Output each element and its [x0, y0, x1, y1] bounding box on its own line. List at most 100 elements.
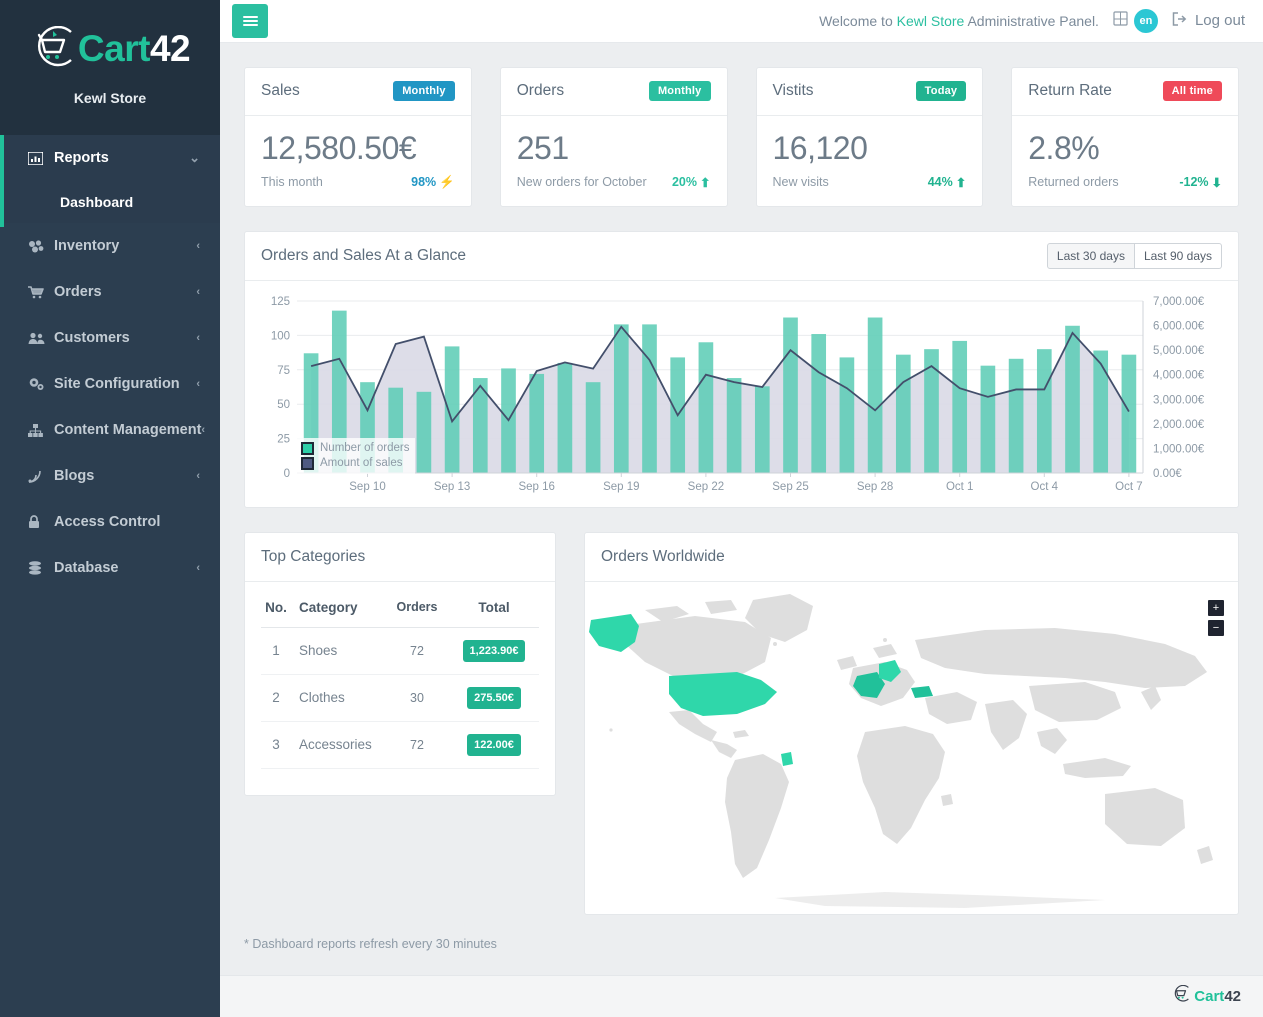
svg-text:5,000.00€: 5,000.00€	[1153, 345, 1205, 357]
cell-no: 3	[261, 721, 299, 769]
range-last-30-days-button[interactable]: Last 30 days	[1046, 242, 1135, 269]
stat-card-orders: Orders Monthly 251 New orders for Octobe…	[499, 66, 728, 207]
legend-item-sales: Amount of sales	[301, 456, 409, 471]
footer: Cart42	[220, 974, 1263, 1017]
svg-text:7,000.00€: 7,000.00€	[1153, 296, 1205, 308]
stat-subrow: New orders for October 20% ⬆	[517, 175, 711, 190]
welcome-suffix: Administrative Panel.	[964, 12, 1099, 29]
welcome-prefix: Welcome to	[819, 12, 897, 29]
svg-text:Sep 28: Sep 28	[857, 481, 893, 493]
stat-value: 16,120	[772, 129, 868, 166]
top-categories-panel: Top Categories No. Category Orders Total	[244, 531, 556, 796]
map-region-turkey[interactable]	[911, 685, 933, 698]
stat-delta: 44% ⬆	[928, 175, 967, 190]
status-badge: All time	[1162, 81, 1222, 102]
chevron-left-icon: ‹	[196, 470, 200, 482]
svg-text:Oct 7: Oct 7	[1115, 481, 1142, 493]
chevron-left-icon: ‹	[201, 424, 206, 436]
sidebar-group-blogs: Blogs ‹	[0, 453, 220, 499]
table-head: No. Category Orders Total	[261, 587, 539, 628]
sidebar-group-orders: Orders ‹	[0, 269, 220, 315]
main-area: Welcome to Kewl Store Administrative Pan…	[220, 0, 1263, 1017]
world-map[interactable]: + −	[585, 582, 1238, 914]
total-badge: 275.50€	[467, 686, 521, 709]
refresh-note: * Dashboard reports refresh every 30 min…	[244, 936, 497, 951]
sign-out-icon	[1172, 12, 1187, 30]
cell-total: 275.50€	[457, 674, 539, 722]
stat-delta: 20% ⬆	[672, 175, 711, 190]
sidebar-item-access-control[interactable]: Access Control	[0, 499, 220, 545]
column-header-total: Total	[457, 587, 539, 628]
table-row[interactable]: 3 Accessories 72 122.00€	[261, 721, 539, 769]
card-header: Sales Monthly	[245, 68, 471, 116]
stat-delta: -12% ⬇	[1179, 175, 1222, 190]
sidebar-item-customers[interactable]: Customers ‹	[0, 315, 220, 361]
panel-title: Orders Worldwide	[601, 547, 725, 565]
sidebar-group-inventory: Inventory ‹	[0, 223, 220, 269]
map-zoom-controls: + −	[1208, 599, 1224, 636]
logout-label: Log out	[1194, 12, 1245, 30]
sidebar-group-database: Database ‹	[0, 545, 220, 591]
shopping-cart-icon	[28, 285, 54, 299]
stat-subrow: New visits 44% ⬆	[773, 175, 967, 190]
svg-text:125: 125	[271, 296, 290, 308]
svg-text:1,000.00€: 1,000.00€	[1153, 443, 1205, 455]
topbar: Welcome to Kewl Store Administrative Pan…	[220, 0, 1263, 43]
logout-button[interactable]: Log out	[1172, 12, 1245, 30]
brand-name-part2: 42	[149, 27, 191, 69]
stat-delta-value: 20%	[671, 175, 698, 190]
column-header-category: Category	[299, 587, 385, 628]
brand-name: Cart42	[77, 27, 191, 69]
map-region-united-states[interactable]	[669, 671, 777, 716]
sidebar-item-content-management[interactable]: Content Management ‹	[0, 407, 220, 453]
cell-category: Accessories	[299, 721, 385, 769]
status-badge: Monthly	[648, 81, 711, 102]
hamburger-icon[interactable]	[232, 3, 268, 38]
map-region-french-guiana[interactable]	[781, 751, 793, 766]
map-zoom-out-button[interactable]: −	[1208, 619, 1224, 636]
trend-icon: ⬆	[700, 175, 711, 190]
range-last-90-days-button[interactable]: Last 90 days	[1134, 242, 1222, 269]
stat-subrow: This month 98% ⚡	[261, 175, 455, 190]
card-header: Return Rate All time	[1012, 68, 1238, 116]
bottom-row: Top Categories No. Category Orders Total	[244, 531, 1239, 915]
world-map-svg[interactable]	[585, 582, 1233, 914]
sidebar-item-reports[interactable]: Reports ⌄	[0, 135, 220, 181]
gears-icon	[28, 377, 54, 391]
svg-text:4,000.00€: 4,000.00€	[1153, 369, 1205, 381]
footer-brand-name: Cart42	[1194, 988, 1241, 1005]
sidebar-item-site-configuration[interactable]: Site Configuration ‹	[0, 361, 220, 407]
sidebar-item-blogs[interactable]: Blogs ‹	[0, 453, 220, 499]
sidebar-item-label: Access Control	[54, 514, 161, 530]
orders-worldwide-panel: Orders Worldwide + −	[584, 531, 1239, 915]
sidebar-subitem-label: Dashboard	[60, 194, 134, 210]
sidebar: Cart42 Kewl Store Reports ⌄ Dashboard In…	[0, 0, 220, 1017]
stat-card-return-rate: Return Rate All time 2.8% Returned order…	[1011, 66, 1239, 207]
sidebar-item-inventory[interactable]: Inventory ‹	[0, 223, 220, 269]
welcome-message: Welcome to Kewl Store Administrative Pan…	[819, 13, 1099, 29]
table-row[interactable]: 2 Clothes 30 275.50€	[261, 674, 539, 722]
footer-name-part2: 42	[1224, 987, 1241, 1005]
total-badge: 122.00€	[467, 733, 521, 756]
sidebar-item-database[interactable]: Database ‹	[0, 545, 220, 591]
card-header: Vistits Today	[756, 68, 983, 116]
rss-icon	[28, 470, 54, 483]
stat-value: 2.8%	[1028, 129, 1100, 166]
stat-cards-row: Sales Monthly 12,580.50€ This month 98% ⚡…	[244, 66, 1239, 207]
trend-icon: ⬆	[955, 175, 967, 190]
sidebar-item-orders[interactable]: Orders ‹	[0, 269, 220, 315]
brand-name-part1: Cart	[77, 27, 151, 69]
language-badge[interactable]: en	[1133, 8, 1158, 33]
svg-text:Sep 22: Sep 22	[688, 481, 724, 493]
map-base-countries	[609, 593, 1213, 908]
map-zoom-in-button[interactable]: +	[1208, 599, 1224, 616]
legend-swatch-sales	[301, 456, 314, 470]
panel-title: Top Categories	[261, 547, 366, 565]
svg-text:0.00€: 0.00€	[1153, 468, 1182, 480]
language-selector[interactable]: en	[1113, 8, 1158, 33]
chart-bar-icon	[28, 151, 54, 165]
table-row[interactable]: 1 Shoes 72 1,223.90€	[261, 627, 539, 675]
svg-text:3,000.00€: 3,000.00€	[1153, 394, 1205, 406]
stat-card-sales: Sales Monthly 12,580.50€ This month 98% ⚡	[244, 66, 472, 207]
sidebar-item-dashboard[interactable]: Dashboard	[0, 181, 220, 223]
